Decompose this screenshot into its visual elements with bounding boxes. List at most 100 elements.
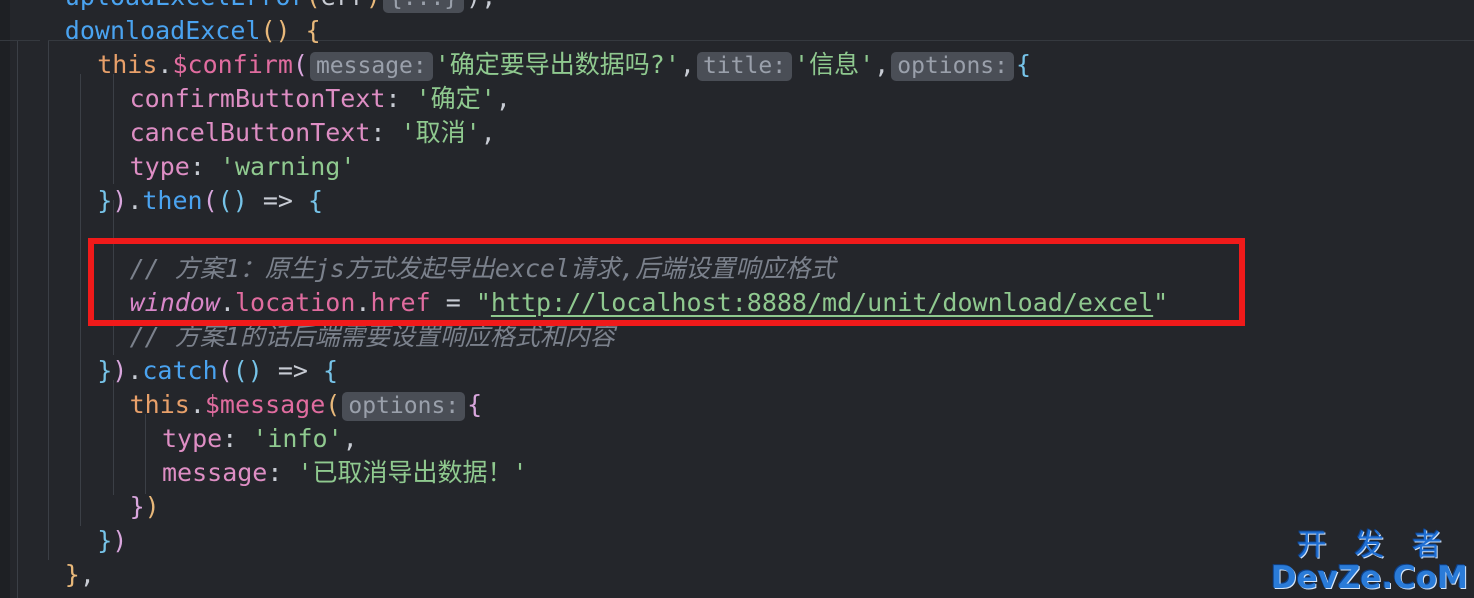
code-line[interactable]: confirmButtonText: '确定', xyxy=(130,82,511,116)
code-line[interactable]: this.$confirm(message: '确定要导出数据吗?', title:… xyxy=(97,48,1031,82)
code-token-url: http://localhost:8888/md/unit/download/e… xyxy=(490,288,1154,317)
code-line[interactable]: window.location.href = "http://localhost… xyxy=(130,286,1169,320)
code-token-punc: ); xyxy=(466,0,496,11)
code-fold-separator-left xyxy=(0,40,40,41)
code-line[interactable]: cancelButtonText: '取消', xyxy=(130,116,496,150)
code-token-paren3: { xyxy=(307,186,324,215)
code-token-paren3: } xyxy=(97,526,113,555)
code-token-dollar: $confirm xyxy=(172,50,293,79)
code-token-paren1: } xyxy=(64,560,80,589)
code-token-op: => xyxy=(262,356,324,385)
code-line[interactable]: message: '已取消导出数据！' xyxy=(162,456,528,490)
code-token-prop: cancelButtonText xyxy=(129,118,371,147)
code-token-paren1: ) xyxy=(366,0,381,11)
code-token-paren1: { xyxy=(305,16,321,45)
code-token-paren1: () xyxy=(260,16,291,45)
inlay-parameter-hint: title: xyxy=(696,52,793,81)
code-token-punc: : xyxy=(370,118,401,147)
watermark-chinese: 开 发 者 xyxy=(1296,528,1451,563)
code-token-str: 'warning' xyxy=(219,152,356,181)
code-token-var: window xyxy=(129,288,220,317)
code-token-punc: , xyxy=(874,50,890,79)
code-token-punc xyxy=(291,16,306,45)
code-token-punc: . xyxy=(127,186,143,215)
code-line[interactable]: // 方案1的话后端需要设置响应格式和内容 xyxy=(130,320,615,354)
code-token-member: location xyxy=(234,288,356,317)
code-token-punc: . xyxy=(355,288,371,317)
site-watermark: 开 发 者 DevZe.CoM xyxy=(1271,531,1468,594)
code-token-paren3: () xyxy=(217,186,248,215)
code-token-paren2: ( xyxy=(217,356,233,385)
code-line[interactable]: }, xyxy=(65,558,95,592)
code-token-punc: err xyxy=(321,0,366,11)
code-line[interactable]: // 方案1：原生js方式发起导出excel请求,后端设置响应格式 xyxy=(130,252,836,286)
code-token-punc: : xyxy=(222,424,253,453)
code-token-paren2: ( xyxy=(202,186,218,215)
inlay-parameter-hint: {...} xyxy=(382,0,465,13)
code-token-this: this xyxy=(97,50,158,79)
code-token-comment: // 方案1的话后端需要设置响应格式和内容 xyxy=(129,322,615,351)
code-token-str: '已取消导出数据！' xyxy=(297,458,528,487)
code-line[interactable]: }) xyxy=(130,490,160,524)
code-token-str: " xyxy=(1153,288,1169,317)
code-token-str: '信息' xyxy=(794,50,875,79)
code-token-punc: . xyxy=(127,356,143,385)
indent-guide-6 xyxy=(113,380,114,495)
code-token-punc: , xyxy=(79,560,95,589)
code-token-punc: . xyxy=(189,390,205,419)
code-token-fn: downloadExcel xyxy=(64,16,261,45)
code-token-prop: type xyxy=(162,424,223,453)
code-line[interactable]: }).then(() => { xyxy=(97,184,323,218)
code-token-paren3: { xyxy=(1016,50,1032,79)
code-token-paren2: { xyxy=(467,390,483,419)
code-token-str: '确定' xyxy=(415,84,496,113)
code-editor[interactable]: uploadExcelError(err){...});downloadExce… xyxy=(0,0,1474,598)
code-token-member: href xyxy=(370,288,431,317)
code-token-punc: : xyxy=(385,84,416,113)
code-token-prop: message xyxy=(162,458,268,487)
code-token-punc: . xyxy=(219,288,235,317)
code-line[interactable]: type: 'info', xyxy=(162,422,358,456)
code-line[interactable]: }).catch(() => { xyxy=(97,354,338,388)
code-token-punc: . xyxy=(157,50,173,79)
code-token-prop: confirmButtonText xyxy=(129,84,386,113)
inlay-parameter-hint: message: xyxy=(309,52,433,81)
code-token-paren3: } xyxy=(97,186,113,215)
code-line[interactable]: }) xyxy=(97,524,127,558)
code-token-punc: , xyxy=(679,50,695,79)
code-line[interactable]: uploadExcelError(err){...}); xyxy=(65,0,496,14)
code-token-comment: // 方案1：原生js方式发起导出excel请求,后端设置响应格式 xyxy=(129,254,836,283)
code-token-str: " xyxy=(475,288,491,317)
code-token-paren2: ) xyxy=(112,526,128,555)
code-token-dollar: $message xyxy=(204,390,326,419)
indent-guide-3 xyxy=(80,74,81,526)
code-token-op: = xyxy=(430,288,476,317)
code-token-punc: : xyxy=(267,458,298,487)
code-line[interactable]: this.$message(options:{ xyxy=(129,388,483,422)
code-token-paren2: ) xyxy=(112,356,128,385)
code-token-prop: type xyxy=(129,152,190,181)
code-line[interactable]: } xyxy=(32,592,47,598)
code-token-punc: , xyxy=(480,118,496,147)
inlay-parameter-hint: options: xyxy=(342,392,466,421)
code-token-punc: } xyxy=(32,594,47,598)
code-line[interactable]: downloadExcel() { xyxy=(65,14,321,48)
code-token-paren1: ( xyxy=(325,390,341,419)
code-token-str: 'info' xyxy=(252,424,343,453)
code-token-paren1: ) xyxy=(144,492,160,521)
code-line[interactable]: type: 'warning' xyxy=(130,150,356,184)
code-token-paren2: } xyxy=(129,492,145,521)
watermark-latin: DevZe.CoM xyxy=(1270,560,1468,596)
code-token-punc: : xyxy=(189,152,220,181)
code-token-fn: catch xyxy=(142,356,218,385)
indent-guide-7 xyxy=(145,414,146,494)
indent-guide-1 xyxy=(17,40,18,598)
code-token-punc: , xyxy=(342,424,358,453)
code-token-punc: , xyxy=(495,84,511,113)
code-token-paren3: { xyxy=(323,356,339,385)
code-token-paren1: ( xyxy=(306,0,321,11)
code-token-paren2: ) xyxy=(112,186,128,215)
code-token-str: '确定要导出数据吗?' xyxy=(434,50,680,79)
inlay-parameter-hint: options: xyxy=(891,52,1014,81)
code-token-this: this xyxy=(129,390,190,419)
